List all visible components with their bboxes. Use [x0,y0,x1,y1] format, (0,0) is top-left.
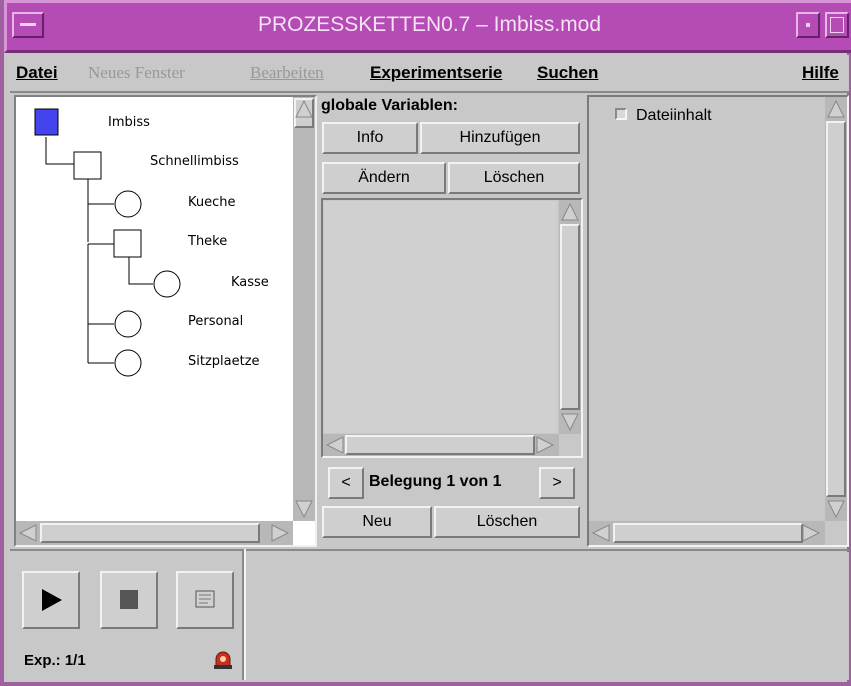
tree-node-shape-kasse [153,270,181,298]
tree-node-shape-kueche [114,190,142,218]
scroll-right-icon[interactable] [536,436,555,454]
menu-datei-label: Datei [16,63,58,82]
menu-neues-fenster[interactable]: Neues Fenster [88,63,185,83]
menu-hilfe[interactable]: Hilfe [802,63,839,83]
previous-assignment-button[interactable]: < [328,467,364,499]
tree-node-schnellimbiss[interactable]: Schnellimbiss [150,154,239,169]
variables-panel: globale Variablen: Info Hinzufügen Änder… [319,95,589,547]
file-horizontal-scrollbar[interactable] [589,521,825,545]
menu-neues-fenster-label: Neues Fenster [88,63,185,82]
minimize-button[interactable] [796,12,820,38]
tree-node-shape-theke [113,229,142,258]
scroll-down-icon[interactable] [295,500,313,519]
bottom-status-area [246,552,849,680]
menu-bearbeiten-label: Bearbeiten [250,63,324,82]
menu-bearbeiten[interactable]: Bearbeiten [250,63,324,83]
scroll-down-icon[interactable] [561,413,579,432]
experiment-control-panel: Exp.: 1/1 [10,552,242,680]
maximize-icon [830,17,844,33]
log-icon [195,590,215,608]
scroll-left-icon[interactable] [325,436,344,454]
tree-node-theke[interactable]: Theke [188,234,227,249]
scroll-up-icon[interactable] [561,202,579,221]
alarm-icon [214,651,232,669]
tree-node-imbiss[interactable]: Imbiss [108,115,150,130]
file-vertical-scrollbar[interactable] [825,97,847,521]
menu-suchen[interactable]: Suchen [537,63,598,83]
scroll-up-icon[interactable] [827,99,845,118]
window-title: PROZESSKETTEN0.7 – Imbiss.mod [257,13,602,36]
tree-node-shape-sitzplaetze [114,349,142,377]
maximize-button[interactable] [825,12,849,38]
file-content-checkbox-label: Dateiinhalt [636,107,712,124]
variables-heading: globale Variablen: [321,97,458,114]
menu-suchen-label: Suchen [537,63,599,82]
variables-vertical-scrollbar[interactable] [559,200,581,434]
file-content-checkbox[interactable] [615,108,627,120]
tree-node-kueche[interactable]: Kueche [188,195,236,210]
scroll-down-icon[interactable] [827,500,845,519]
tree-node-shape-personal [114,310,142,338]
add-variable-button[interactable]: Hinzufügen [420,122,580,154]
stop-icon [120,590,138,609]
tree-view[interactable]: Imbiss Schnellimbiss Kueche Theke Kasse … [16,97,293,521]
variables-horizontal-scrollbar[interactable] [323,434,559,456]
tree-node-shape-imbiss [34,108,59,136]
log-button[interactable] [176,571,234,629]
menu-datei[interactable]: Datei [16,63,58,83]
menu-bar: Datei Neues Fenster Bearbeiten Experimen… [10,55,849,93]
minimize-icon [806,23,810,27]
variables-list[interactable] [321,198,583,458]
edit-variable-button[interactable]: Ändern [322,162,446,194]
tree-node-personal[interactable]: Personal [188,314,243,329]
play-icon [42,589,62,611]
scroll-up-icon[interactable] [295,99,313,118]
experiment-status: Exp.: 1/1 [24,652,86,669]
application-window: PROZESSKETTEN0.7 – Imbiss.mod Datei Neue… [0,0,851,686]
scroll-left-icon[interactable] [18,524,37,542]
scroll-right-icon[interactable] [802,524,821,542]
file-content-panel: Dateiinhalt [587,95,849,547]
menu-experimentserie-label: Experimentserie [370,63,503,82]
next-assignment-button[interactable]: > [539,467,575,499]
tree-node-sitzplaetze[interactable]: Sitzplaetze [188,354,260,369]
menu-hilfe-label: Hilfe [802,63,839,82]
title-bar[interactable]: PROZESSKETTEN0.7 – Imbiss.mod [4,0,851,53]
play-button[interactable] [22,571,80,629]
menu-experimentserie[interactable]: Experimentserie [370,63,502,83]
variables-list-content [324,201,557,433]
delete-assignment-button[interactable]: Löschen [434,506,580,538]
tree-node-shape-schnellimbiss [73,151,102,180]
new-assignment-button[interactable]: Neu [322,506,432,538]
tree-vertical-scrollbar[interactable] [293,97,315,521]
info-button[interactable]: Info [322,122,418,154]
scroll-left-icon[interactable] [591,524,610,542]
scroll-right-icon[interactable] [271,524,290,542]
stop-button[interactable] [100,571,158,629]
tree-horizontal-scrollbar[interactable] [16,521,293,545]
tree-panel: Imbiss Schnellimbiss Kueche Theke Kasse … [14,95,317,547]
tree-node-kasse[interactable]: Kasse [231,275,269,290]
assignment-indicator: Belegung 1 von 1 [369,473,502,490]
delete-variable-button[interactable]: Löschen [448,162,580,194]
bottom-divider [10,549,849,551]
